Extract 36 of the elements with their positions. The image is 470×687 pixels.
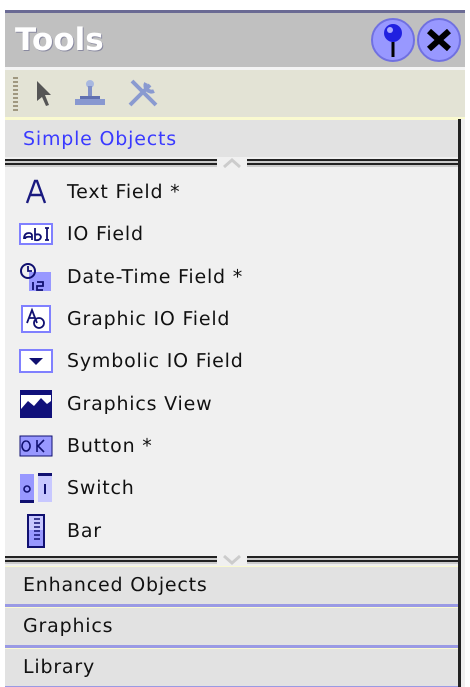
- tool-item[interactable]: Switch: [5, 467, 458, 510]
- tool-label: Graphic IO Field: [67, 308, 230, 330]
- tool-label: Button *: [67, 434, 153, 457]
- close-button[interactable]: [417, 18, 461, 62]
- mountain-picture-icon: [19, 388, 53, 419]
- pin-icon: [382, 23, 404, 57]
- tool-item[interactable]: IO Field: [5, 213, 458, 256]
- close-icon: [426, 29, 452, 51]
- graphic-io-icon: [21, 305, 51, 334]
- tool-item[interactable]: Bar: [5, 509, 458, 552]
- tool-item[interactable]: Text Field *: [5, 171, 458, 214]
- pin-button[interactable]: [371, 18, 415, 62]
- tool-item[interactable]: Date-Time Field *: [5, 256, 458, 298]
- ok-button-icon: [19, 434, 53, 457]
- tool-item[interactable]: Graphic IO Field: [5, 298, 458, 340]
- tool-label: IO Field: [67, 223, 144, 246]
- tool-label: Symbolic IO Field: [67, 350, 244, 372]
- section-header[interactable]: Graphics: [5, 606, 458, 648]
- tool-label: Text Field *: [67, 181, 180, 204]
- tool-item[interactable]: Graphics View: [5, 382, 458, 425]
- tool-label: Date-Time Field *: [67, 266, 244, 288]
- gauge-bar-icon: [26, 514, 46, 548]
- tool-item[interactable]: Symbolic IO Field: [5, 340, 458, 382]
- tool-item[interactable]: Button *: [5, 424, 458, 468]
- tool-label: Graphics View: [67, 392, 212, 415]
- dropdown-icon: [19, 349, 53, 374]
- section-header[interactable]: Simple Objects: [5, 119, 458, 157]
- io-field-icon: [19, 223, 53, 246]
- tool-label: Switch: [67, 477, 135, 500]
- section-header[interactable]: Library: [5, 648, 458, 687]
- clock-calendar-icon: [19, 262, 53, 292]
- section-header[interactable]: Enhanced Objects: [5, 566, 458, 607]
- window-title: Tools: [15, 22, 105, 58]
- text-a-icon: [23, 179, 49, 206]
- tool-label: Bar: [67, 520, 102, 542]
- toggle-switch-icon: [19, 472, 53, 504]
